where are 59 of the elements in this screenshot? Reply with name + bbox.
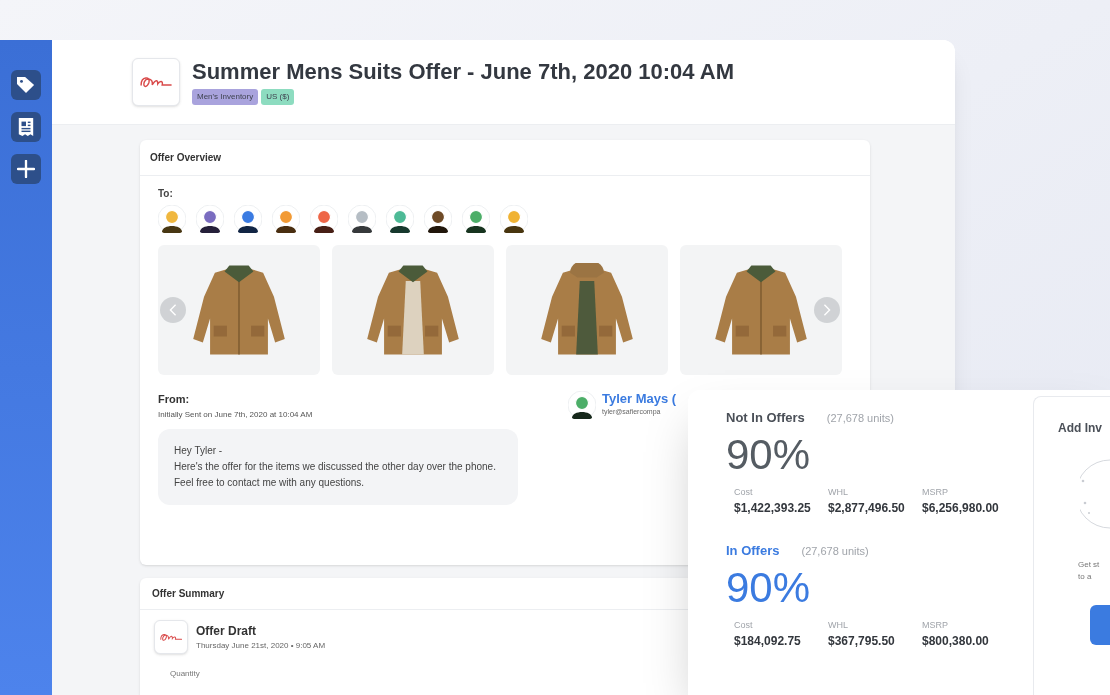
avatar-icon[interactable] xyxy=(386,205,414,233)
metric-value: $367,795.50 xyxy=(828,633,895,650)
units-count: (27,678 units) xyxy=(826,411,894,426)
units-count: (27,678 units) xyxy=(801,544,869,559)
sent-date: Initially Sent on June 7th, 2020 at 10:04 AM xyxy=(158,408,313,421)
plus-icon xyxy=(17,160,35,178)
page-title: Summer Mens Suits Offer - June 7th, 2020 10:04 AM xyxy=(192,59,735,85)
metric-label: WHL xyxy=(828,485,848,499)
logo-icon xyxy=(154,620,188,654)
metric-value: $1,422,393.25 xyxy=(734,500,811,517)
metric-label: MSRP xyxy=(922,618,948,632)
metric-label: MSRP xyxy=(922,485,948,499)
tag-icon xyxy=(17,76,35,94)
section-title: Offer Summary xyxy=(152,587,225,601)
quantity-label: Quantity xyxy=(170,668,200,680)
from-label: From: xyxy=(158,392,190,407)
metric-label: WHL xyxy=(828,618,848,632)
metric-label: Cost xyxy=(734,485,753,499)
tag: Men's Inventory xyxy=(192,89,259,105)
metric-label: Cost xyxy=(734,618,753,632)
metric-value: $2,877,496.50 xyxy=(828,500,905,517)
draft-title: Offer Draft xyxy=(196,623,257,640)
avatar-icon[interactable] xyxy=(234,205,262,233)
avatar-icon xyxy=(568,391,596,419)
tag-button[interactable] xyxy=(11,70,41,100)
add-button[interactable] xyxy=(11,154,41,184)
avatar-icon[interactable] xyxy=(272,205,300,233)
draft-date: Thursday June 21st, 2020 • 9:05 AM xyxy=(196,640,326,652)
tag: US ($) xyxy=(261,89,295,105)
logo-icon xyxy=(132,58,180,106)
avatar-icon[interactable] xyxy=(462,205,490,233)
stat-label: In Offers xyxy=(726,542,780,560)
chevron-left-icon xyxy=(169,304,177,316)
product-card[interactable] xyxy=(332,245,494,375)
avatar-icon[interactable] xyxy=(348,205,376,233)
product-card[interactable] xyxy=(158,245,320,375)
percent-value: 90% xyxy=(726,564,811,611)
message-bubble: Hey Tyler - Here's the offer for the items we discussed the other day over the phone. Feel free to contact me with any questions. xyxy=(158,428,518,505)
avatar-icon[interactable] xyxy=(424,205,452,233)
stat-label: Not In Offers xyxy=(726,409,805,427)
percent-value: 90% xyxy=(726,431,811,478)
metric-value: $6,256,980.00 xyxy=(922,500,999,517)
section-title: Offer Overview xyxy=(150,151,222,165)
avatar-icon[interactable] xyxy=(500,205,528,233)
product-card[interactable] xyxy=(506,245,668,375)
to-label: To: xyxy=(158,187,173,201)
metric-value: $184,092.75 xyxy=(734,633,801,650)
illustration-drawing xyxy=(1080,459,1110,529)
receipt-icon xyxy=(17,118,35,136)
sender-name: Tyler Mays ( xyxy=(602,391,677,407)
hint-text: Get st to a xyxy=(1078,559,1100,583)
receipt-button[interactable] xyxy=(11,112,41,142)
avatar-icon[interactable] xyxy=(196,205,224,233)
chevron-right-icon xyxy=(823,304,831,316)
metric-value: $800,380.00 xyxy=(922,633,989,650)
product-card[interactable] xyxy=(680,245,842,375)
panel-title: Add Inv xyxy=(1058,420,1102,437)
avatar-icon[interactable] xyxy=(310,205,338,233)
avatar-icon[interactable] xyxy=(158,205,186,233)
